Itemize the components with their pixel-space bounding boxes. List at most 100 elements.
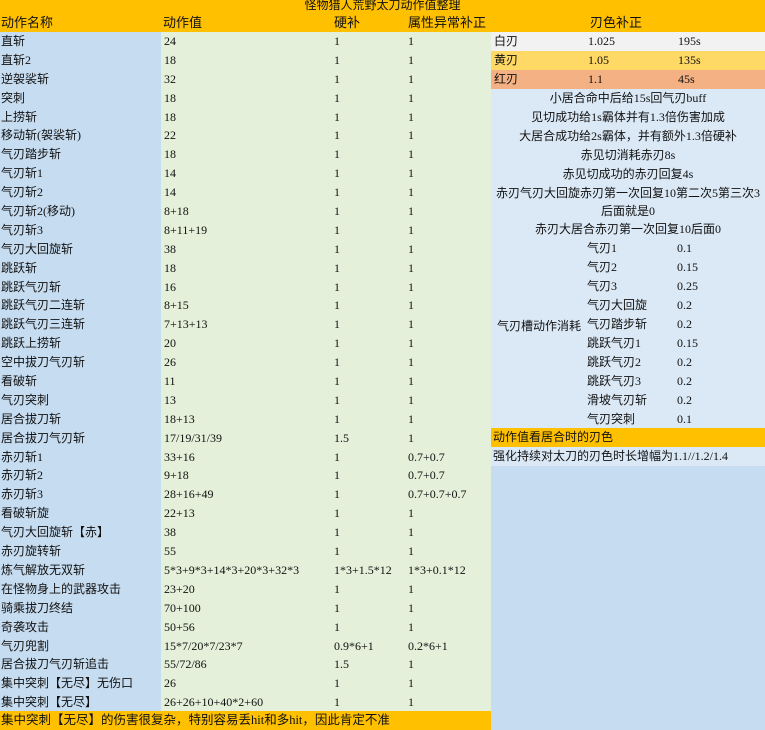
hitzone-mod: 1 [334, 619, 340, 634]
value-cell-bg [161, 50, 491, 70]
motion-value: 28+16+49 [164, 487, 214, 502]
gauge-action: 气刃踏步斩 [587, 317, 648, 331]
table-row: 骑乘拔刀终结 70+100 1 1 [0, 598, 491, 618]
status-mod: 1 [408, 34, 414, 48]
table-row: 气刃大回旋斩【赤】 38 1 1 [0, 523, 491, 543]
motion-value: 8+11+19 [164, 222, 208, 237]
blade-duration: 45s [678, 72, 695, 86]
action-name: 移动斩(袈裟斩) [0, 126, 161, 146]
spirit-gauge-cost-table: 气刃槽动作消耗 气刃1 0.1 气刃2 0.15 气刃3 0.25 气刃大回旋 0.2 气刃踏步… [491, 239, 765, 428]
value-cell-bg [161, 277, 491, 297]
hitzone-mod: 1 [334, 336, 340, 351]
action-name: 看破斩 [0, 372, 161, 391]
motion-value: 24 [164, 34, 176, 48]
motion-value: 50+56 [164, 619, 195, 634]
value-cell-bg [161, 88, 491, 108]
table-row: 看破斩旋 22+13 1 1 [0, 504, 491, 524]
motion-value: 18 [164, 260, 176, 275]
gauge-action: 气刃1 [587, 241, 618, 255]
action-name: 气刃大回旋斩 [0, 239, 161, 259]
table-row: 集中突刺【无尽】无伤口 26 1 1 [0, 674, 491, 694]
blade-multiplier: 1.025 [588, 34, 615, 48]
header-hitzone-mod: 硬补 [334, 15, 361, 30]
value-cell-bg [161, 523, 491, 543]
table-row: 赤刃斩3 28+16+49 1 0.7+0.7+0.7 [0, 485, 491, 505]
motion-value: 38 [164, 525, 176, 540]
gauge-label: 气刃槽动作消耗 [496, 319, 581, 333]
table-row: 看破斩 11 1 1 [0, 372, 491, 391]
status-mod: 1 [408, 600, 414, 615]
motion-value: 8+18 [164, 204, 189, 219]
table-row: 奇袭攻击 50+56 1 1 [0, 617, 491, 637]
table-row: 居合拔刀气刃斩追击 55/72/86 1.5 1 [0, 655, 491, 675]
gauge-action: 跳跃气刃2 [587, 355, 642, 369]
action-name: 居合拔刀气刃斩 [0, 428, 161, 448]
hitzone-mod: 1 [334, 109, 340, 124]
action-name: 跳跃上捞斩 [0, 334, 161, 354]
status-mod: 1 [408, 109, 414, 124]
note-red-foresight-cost: 赤见切消耗赤刃8s [491, 146, 765, 165]
status-mod: 1 [408, 260, 414, 275]
value-cell-bg [161, 126, 491, 146]
motion-value: 14 [164, 166, 176, 181]
table-row: 气刃斩2 14 1 1 [0, 183, 491, 203]
hitzone-mod: 1 [334, 525, 340, 540]
action-name: 跳跃气刃三连斩 [0, 315, 161, 335]
motion-value: 18+13 [164, 411, 195, 426]
value-cell-bg [161, 674, 491, 694]
action-name: 直斩 [0, 32, 161, 51]
gauge-cost: 0.2 [677, 374, 692, 388]
motion-value: 22 [164, 128, 176, 143]
motion-value: 55/72/86 [164, 657, 207, 672]
motion-value: 32 [164, 71, 176, 86]
action-name: 骑乘拔刀终结 [0, 598, 161, 618]
value-cell-bg [161, 315, 491, 335]
action-name: 上捞斩 [0, 107, 161, 127]
note-small-iai: 小居合命中后给15s回气刃buff [491, 89, 765, 108]
blade-name: 红刃 [494, 72, 519, 86]
status-mod: 1 [408, 90, 414, 105]
blade-multiplier: 1.1 [588, 72, 603, 86]
hitzone-mod: 1 [334, 279, 340, 294]
motion-value: 11 [164, 374, 176, 389]
motion-value: 26 [164, 676, 176, 691]
hitzone-mod: 1 [334, 90, 340, 105]
action-name: 集中突刺【无尽】无伤口 [0, 674, 161, 694]
hitzone-mod: 1 [334, 241, 340, 256]
table-row: 逆袈裟斩 32 1 1 [0, 69, 491, 89]
status-mod: 1 [408, 52, 414, 67]
table-row: 气刃斩2(移动) 8+18 1 1 [0, 202, 491, 221]
motion-value: 15*7/20*7/23*7 [164, 638, 243, 653]
value-cell-bg [161, 353, 491, 373]
value-cell-bg [161, 183, 491, 203]
status-mod: 1 [408, 147, 414, 162]
gauge-cost: 0.1 [677, 241, 692, 255]
status-mod: 1 [408, 71, 414, 86]
motion-value: 18 [164, 90, 176, 105]
value-cell-bg [161, 655, 491, 675]
gauge-cost: 0.2 [677, 355, 692, 369]
motion-value: 14 [164, 185, 176, 200]
value-cell-bg [161, 504, 491, 524]
hitzone-mod: 0.9*6+1 [334, 638, 374, 653]
action-name: 赤刃斩1 [0, 447, 161, 467]
value-cell-bg [161, 598, 491, 618]
action-name: 直斩2 [0, 50, 161, 70]
action-name: 空中拔刀气刃斩 [0, 353, 161, 373]
motion-value: 55 [164, 544, 176, 559]
table-row: 气刃斩1 14 1 1 [0, 164, 491, 184]
action-name: 跳跃气刃二连斩 [0, 296, 161, 316]
hitzone-mod: 1 [334, 204, 340, 219]
motion-value: 16 [164, 279, 176, 294]
hitzone-mod: 1 [334, 506, 340, 521]
gauge-cost: 0.15 [677, 260, 698, 274]
table-row: 气刃斩3 8+11+19 1 1 [0, 220, 491, 240]
gauge-cost: 0.1 [677, 412, 692, 426]
table-row: 直斩 24 1 1 [0, 32, 491, 51]
status-mod: 1 [408, 241, 414, 256]
hitzone-mod: 1 [334, 468, 340, 483]
status-mod: 1 [408, 544, 414, 559]
action-name: 在怪物身上的武器攻击 [0, 579, 161, 599]
header-blade-color: 刃色补正 [590, 15, 643, 30]
gauge-action: 气刃突刺 [587, 412, 636, 426]
